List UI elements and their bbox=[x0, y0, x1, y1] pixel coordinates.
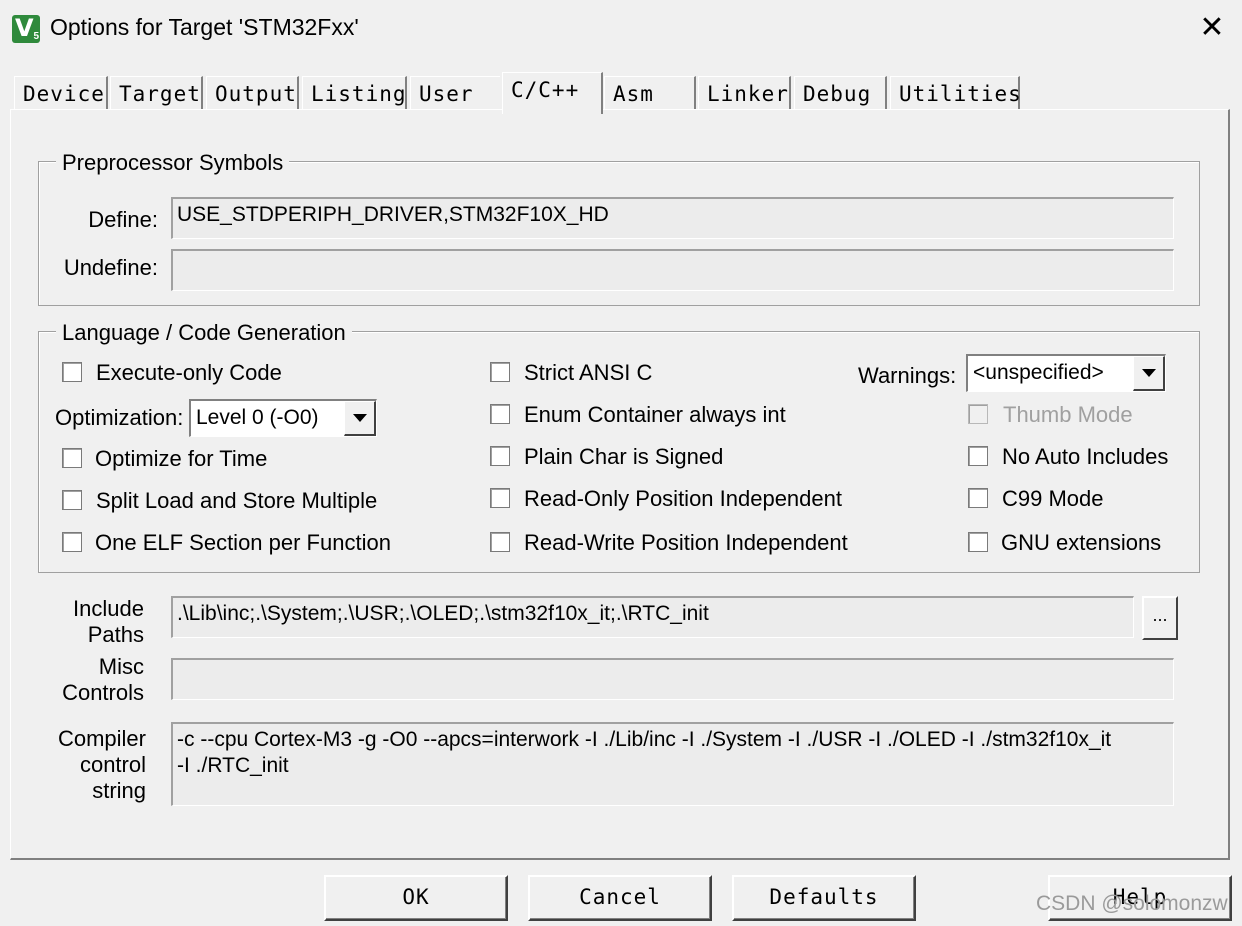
define-input[interactable]: USE_STDPERIPH_DRIVER,STM32F10X_HD bbox=[171, 197, 1174, 239]
misc-label-2: Controls bbox=[62, 680, 144, 705]
plain-char-checkbox[interactable] bbox=[490, 446, 510, 466]
gnu-extensions-checkbox[interactable] bbox=[968, 532, 988, 552]
ro-position-label: Read-Only Position Independent bbox=[524, 486, 842, 511]
misc-controls-input[interactable] bbox=[171, 658, 1174, 700]
app-icon: V5 bbox=[12, 14, 40, 43]
chevron-down-icon[interactable] bbox=[344, 401, 376, 436]
rw-position-checkbox[interactable] bbox=[490, 532, 510, 552]
warnings-select[interactable]: <unspecified> bbox=[966, 354, 1166, 392]
compiler-label-2: control bbox=[79, 752, 146, 777]
tab-device[interactable]: Device bbox=[14, 76, 108, 110]
strict-ansi-checkbox[interactable] bbox=[490, 362, 510, 382]
tab-debug[interactable]: Debug bbox=[794, 76, 887, 110]
defaults-button[interactable]: Defaults bbox=[732, 875, 916, 921]
chevron-down-icon[interactable] bbox=[1133, 356, 1165, 391]
compiler-control-string: -c --cpu Cortex-M3 -g -O0 --apcs=interwo… bbox=[171, 722, 1174, 806]
enum-container-label: Enum Container always int bbox=[524, 402, 786, 427]
optimization-value: Level 0 (-O0) bbox=[196, 406, 319, 429]
one-elf-label: One ELF Section per Function bbox=[95, 530, 391, 555]
tab-utilities[interactable]: Utilities bbox=[890, 76, 1021, 110]
warnings-value: <unspecified> bbox=[973, 361, 1104, 384]
browse-include-button[interactable]: ... bbox=[1142, 596, 1178, 640]
tab-output[interactable]: Output bbox=[206, 76, 299, 110]
include-paths-input[interactable]: .\Lib\inc;.\System;.\USR;.\OLED;.\stm32f… bbox=[171, 596, 1134, 638]
thumb-mode-label: Thumb Mode bbox=[1003, 402, 1133, 427]
no-auto-includes-checkbox[interactable] bbox=[968, 446, 988, 466]
strict-ansi-label: Strict ANSI C bbox=[524, 360, 653, 385]
include-label-1: Include bbox=[73, 596, 144, 621]
tab-listing[interactable]: Listing bbox=[302, 76, 407, 110]
one-elf-checkbox[interactable] bbox=[62, 532, 82, 552]
tab-user[interactable]: User bbox=[410, 76, 500, 110]
ok-button[interactable]: OK bbox=[324, 875, 508, 921]
c99-mode-label: C99 Mode bbox=[1002, 486, 1104, 511]
optimize-time-checkbox[interactable] bbox=[62, 448, 82, 468]
enum-container-checkbox[interactable] bbox=[490, 404, 510, 424]
c99-mode-checkbox[interactable] bbox=[968, 488, 988, 508]
compiler-label-3: string bbox=[92, 778, 146, 803]
optimization-select[interactable]: Level 0 (-O0) bbox=[189, 399, 377, 437]
tab-linker[interactable]: Linker bbox=[698, 76, 791, 110]
undefine-label: Undefine: bbox=[63, 255, 158, 280]
split-load-checkbox[interactable] bbox=[62, 490, 82, 510]
language-legend: Language / Code Generation bbox=[56, 320, 352, 346]
plain-char-label: Plain Char is Signed bbox=[524, 444, 724, 469]
thumb-mode-checkbox bbox=[968, 404, 988, 424]
optimization-label: Optimization: bbox=[55, 405, 184, 430]
window-title: Options for Target 'STM32Fxx' bbox=[50, 14, 359, 40]
include-label-2: Paths bbox=[87, 622, 144, 647]
define-label: Define: bbox=[88, 207, 158, 232]
watermark: CSDN @solomonzw bbox=[1036, 892, 1228, 915]
execute-only-label: Execute-only Code bbox=[96, 360, 282, 385]
undefine-input[interactable] bbox=[171, 249, 1174, 291]
no-auto-includes-label: No Auto Includes bbox=[1002, 444, 1169, 469]
split-load-label: Split Load and Store Multiple bbox=[96, 488, 378, 513]
cancel-button[interactable]: Cancel bbox=[528, 875, 712, 921]
tab-asm[interactable]: Asm bbox=[604, 76, 696, 110]
misc-label-1: Misc bbox=[98, 654, 144, 679]
optimize-time-label: Optimize for Time bbox=[95, 446, 268, 471]
tab-target[interactable]: Target bbox=[110, 76, 203, 110]
preprocessor-legend: Preprocessor Symbols bbox=[56, 150, 290, 176]
close-icon[interactable]: ✕ bbox=[1192, 8, 1232, 48]
warnings-label: Warnings: bbox=[858, 363, 957, 388]
rw-position-label: Read-Write Position Independent bbox=[524, 530, 848, 555]
ro-position-checkbox[interactable] bbox=[490, 488, 510, 508]
gnu-extensions-label: GNU extensions bbox=[1001, 530, 1162, 555]
execute-only-checkbox[interactable] bbox=[62, 362, 82, 382]
tab-cpp[interactable]: C/C++ bbox=[502, 72, 603, 114]
compiler-label-1: Compiler bbox=[57, 726, 146, 751]
